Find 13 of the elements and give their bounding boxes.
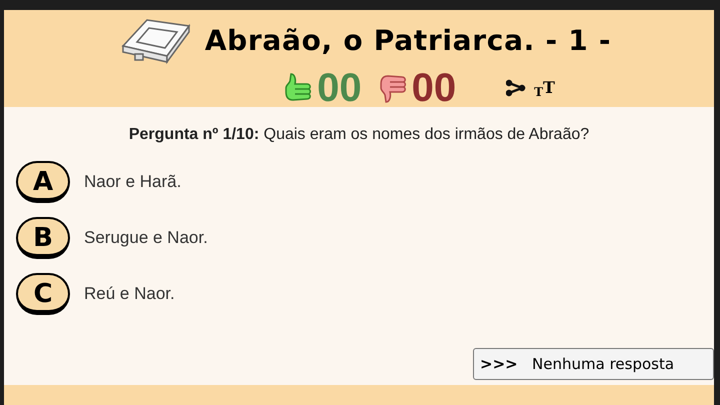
answer-letter-button[interactable]: C [16,273,70,315]
wrong-count: 00 [412,68,456,108]
answer-option[interactable]: Naor e Harã. [84,169,182,195]
font-size-button[interactable]: $_{T}$T [534,76,555,100]
quiz-title: Abraão, o Patriarca. - 1 - [204,23,612,59]
answer-option[interactable]: Reú e Naor. [84,281,175,307]
share-icon[interactable] [506,79,526,97]
correct-count: 00 [317,68,362,108]
question-text: Pergunta nº 1/10: Quais eram os nomes dos irmãos de Abraão? [128,125,590,145]
answer-letter-button[interactable]: A [16,161,70,203]
answer-option[interactable]: Serugue e Naor. [84,225,208,251]
answer-letter-button[interactable]: B [16,217,70,259]
skip-button[interactable]: >>> Nenhuma resposta [473,348,714,380]
